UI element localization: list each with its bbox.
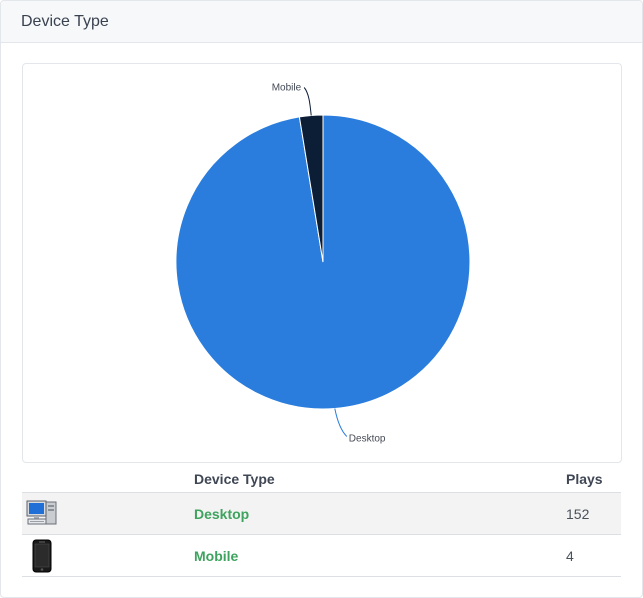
table-row: Desktop 152 — [22, 492, 621, 535]
pie-leader-line-mobile — [303, 87, 312, 116]
panel-title: Device Type — [21, 13, 109, 30]
plays-cell: 4 — [566, 534, 621, 577]
plays-column-header: Plays — [566, 465, 621, 493]
icon-column-header — [22, 465, 194, 493]
plays-cell: 152 — [566, 492, 621, 535]
pie-chart-container: Desktop Mobile — [22, 63, 622, 463]
device-type-cell: Mobile — [194, 534, 566, 577]
pie-label-mobile: Mobile — [272, 83, 302, 94]
device-type-column-header: Device Type — [194, 465, 566, 493]
table-row: Mobile 4 — [22, 534, 621, 577]
device-link-mobile[interactable]: Mobile — [194, 548, 238, 564]
device-type-pie-chart: Desktop Mobile — [175, 83, 471, 445]
device-icon-cell — [22, 492, 194, 535]
device-type-cell: Desktop — [194, 492, 566, 535]
device-link-desktop[interactable]: Desktop — [194, 506, 249, 522]
pie-label-desktop: Desktop — [349, 434, 386, 445]
desktop-computer-icon — [26, 500, 57, 524]
device-type-table: Device Type Plays Desktop 152 Mobile 4 — [22, 465, 621, 577]
device-icon-cell — [22, 534, 194, 577]
mobile-phone-icon — [32, 539, 52, 572]
table-header-row: Device Type Plays — [22, 465, 621, 493]
panel-header: Device Type — [1, 1, 642, 43]
device-type-panel: Device Type Desktop Mobile Device Type Pl… — [0, 0, 643, 598]
pie-leader-line-desktop — [334, 408, 348, 437]
